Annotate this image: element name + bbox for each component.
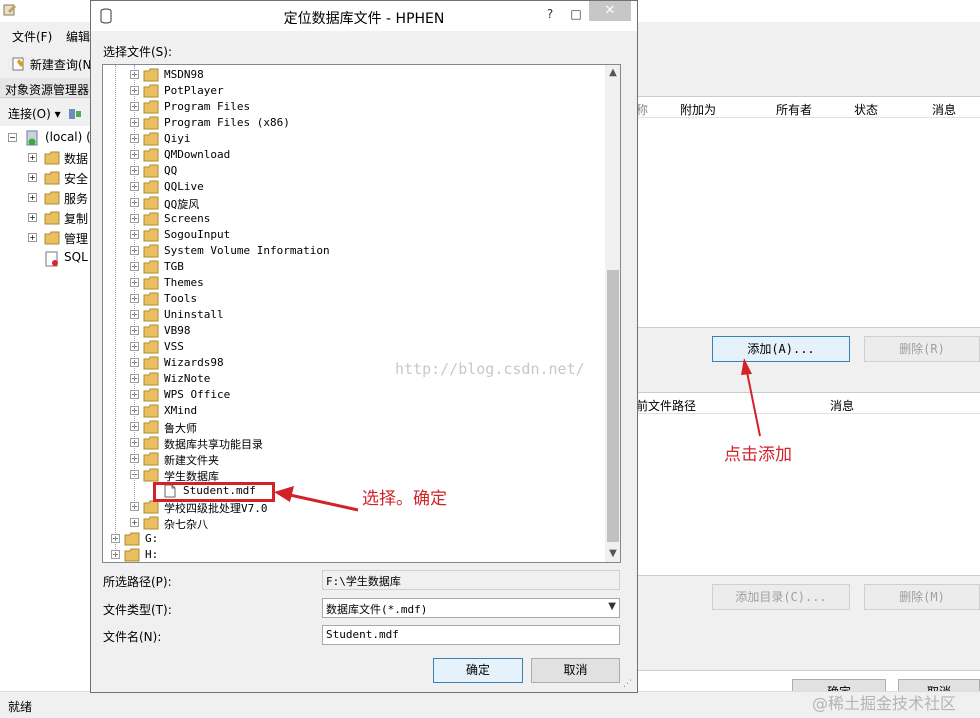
arrow-to-add-button (741, 358, 761, 437)
footer-watermark: @稀土掘金技术社区 (812, 694, 957, 713)
annotation-arrows (274, 358, 761, 512)
annotation-click-add: 点击添加 (724, 445, 792, 465)
arrow-to-student-mdf (274, 486, 359, 512)
annotation-select-ok: 选择。确定 (362, 489, 447, 509)
